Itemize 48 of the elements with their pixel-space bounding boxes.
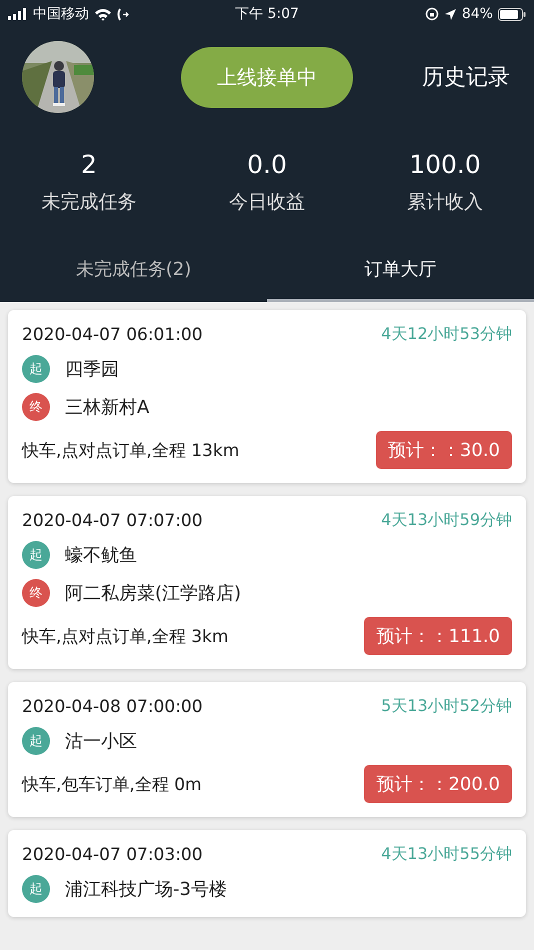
stop-badge: 起 (22, 727, 50, 755)
order-description: 快车,点对点订单,全程 13km (22, 440, 240, 462)
stop-place: 四季园 (65, 358, 119, 381)
stop-badge: 起 (22, 541, 50, 569)
stop-place: 三林新村A (65, 396, 150, 419)
stop-place: 蠔不鱿鱼 (65, 544, 137, 567)
stat-value: 100.0 (409, 150, 481, 179)
stop-place: 阿二私房菜(江学路店) (65, 582, 242, 605)
tab[interactable]: 未完成任务(2) (0, 243, 267, 302)
order-card[interactable]: 2020-04-07 07:07:00 4天13小时59分钟 起 蠔不鱿鱼 终 阿二私房菜(江学路店) 快车,点对点订单,全程 3km 预计：：111.0 (8, 496, 526, 669)
order-datetime: 2020-04-07 07:07:00 (22, 510, 203, 530)
order-card[interactable]: 2020-04-07 07:03:00 4天13小时55分钟 起 浦江科技广场-3号楼 (8, 830, 526, 917)
order-datetime: 2020-04-07 06:01:00 (22, 324, 203, 344)
status-time: 下午 5:07 (235, 5, 299, 23)
price-tag: 预计：：200.0 (364, 765, 512, 803)
order-card[interactable]: 2020-04-08 07:00:00 5天13小时52分钟 起 沽一小区 快车,包车订单,全程 0m 预计：：200.0 (8, 682, 526, 817)
order-description: 快车,包车订单,全程 0m (22, 774, 202, 796)
stop-badge: 起 (22, 355, 50, 383)
stat-label: 今日收益 (229, 190, 305, 215)
carrier-name: 中国移动 (33, 5, 89, 23)
order-card[interactable]: 2020-04-07 06:01:00 4天12小时53分钟 起 四季园 终 三林新村A 快车,点对点订单,全程 13km 预计：：30.0 (8, 310, 526, 483)
rotation-lock-icon (424, 7, 439, 21)
countdown-text: 5天13小时52分钟 (381, 696, 512, 717)
stop-place: 浦江科技广场-3号楼 (65, 878, 227, 901)
wifi-icon (94, 8, 112, 20)
stat-label: 未完成任务 (42, 190, 136, 215)
price-tag: 预计：：111.0 (364, 617, 512, 655)
stop-badge: 终 (22, 579, 50, 607)
countdown-text: 4天13小时59分钟 (381, 510, 512, 531)
stop-place: 沽一小区 (65, 730, 137, 753)
order-description: 快车,点对点订单,全程 3km (22, 626, 228, 648)
countdown-text: 4天12小时53分钟 (381, 324, 512, 345)
stop-badge: 起 (22, 875, 50, 903)
location-arrow-icon (444, 8, 457, 20)
price-tag: 预计：：30.0 (376, 431, 512, 469)
stat-label: 累计收入 (407, 190, 483, 215)
countdown-text: 4天13小时55分钟 (381, 844, 512, 865)
phone-icon (117, 8, 129, 20)
tab[interactable]: 订单大厅 (267, 243, 534, 302)
history-link[interactable]: 历史记录 (422, 62, 510, 92)
stat-value: 2 (81, 150, 97, 179)
stop-badge: 终 (22, 393, 50, 421)
battery-icon (498, 8, 526, 20)
stat-value: 0.0 (247, 150, 287, 179)
signal-icon (8, 8, 28, 20)
battery-percent: 84% (462, 6, 493, 22)
order-datetime: 2020-04-08 07:00:00 (22, 696, 203, 716)
order-datetime: 2020-04-07 07:03:00 (22, 844, 203, 864)
